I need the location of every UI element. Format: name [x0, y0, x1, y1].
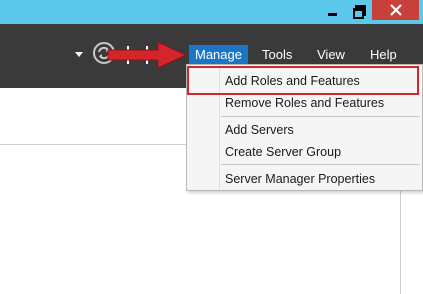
menu-item-create-server-group[interactable]: Create Server Group: [225, 141, 341, 163]
menu-separator: [221, 164, 420, 165]
menu-item-server-manager-properties[interactable]: Server Manager Properties: [225, 168, 375, 190]
menu-separator: [221, 116, 420, 117]
menu-item-add-servers[interactable]: Add Servers: [225, 119, 294, 141]
close-icon: [389, 4, 402, 16]
close-button[interactable]: [372, 0, 419, 20]
minimize-icon: [327, 12, 337, 16]
menu-item-remove-roles[interactable]: Remove Roles and Features: [225, 92, 384, 114]
restore-icon: [353, 5, 366, 19]
restore-button[interactable]: [345, 0, 371, 20]
menu-manage[interactable]: Manage: [189, 45, 248, 65]
dropdown-arrow-icon[interactable]: [75, 52, 83, 57]
menu-view[interactable]: View: [311, 45, 351, 65]
divider: [400, 188, 401, 294]
title-bar: [0, 0, 423, 24]
red-arrow-annotation: [107, 41, 188, 69]
menu-tools[interactable]: Tools: [256, 45, 298, 65]
minimize-button[interactable]: [319, 0, 345, 20]
menu-help[interactable]: Help: [364, 45, 403, 65]
divider: [0, 144, 197, 145]
highlight-annotation: [187, 66, 419, 95]
